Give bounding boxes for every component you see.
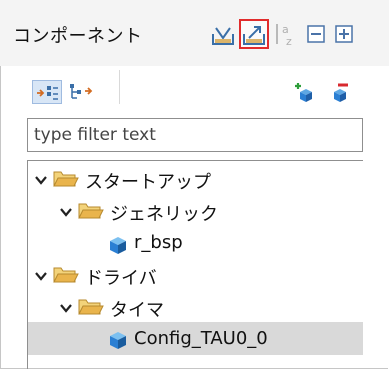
expand-all-button[interactable] <box>330 20 358 48</box>
filter-field[interactable] <box>27 118 363 152</box>
export-tray-icon <box>243 26 265 45</box>
tree-item-startup[interactable]: スタートアップ <box>28 163 363 195</box>
chevron-down-icon[interactable] <box>58 204 74 220</box>
tree-item-label: ドライバ <box>85 268 157 289</box>
tree-item-config-tau0-0[interactable]: Config_TAU0_0 <box>28 322 363 355</box>
sort-az-icon: a z <box>276 23 292 48</box>
panel-header: コンポーネント a z <box>0 0 389 66</box>
tree-item-generic[interactable]: ジェネリック <box>28 195 363 227</box>
view-type-button[interactable] <box>32 80 62 104</box>
export-button[interactable] <box>239 19 269 49</box>
add-component-icon <box>295 83 312 102</box>
folder-open-icon <box>53 171 79 187</box>
add-component-button[interactable] <box>292 80 322 104</box>
tree-item-r-bsp[interactable]: r_bsp <box>28 227 363 259</box>
chevron-down-icon[interactable] <box>33 172 49 188</box>
hierarchy-view-icon <box>70 84 93 99</box>
import-tray-icon <box>212 27 234 45</box>
component-tree: スタートアップ ジェネリック r_bsp ドライバ タイマ Config_TAU… <box>27 160 363 369</box>
collapse-all-button[interactable] <box>302 20 330 48</box>
component-cube-icon <box>110 332 126 349</box>
tree-item-drivers[interactable]: ドライバ <box>28 259 363 291</box>
components-panel: コンポーネント a z type filter text スタートアップ ジェネ… <box>0 0 389 369</box>
chevron-down-icon[interactable] <box>33 268 49 284</box>
toolbar-separator <box>119 70 120 104</box>
component-cube-icon <box>110 237 126 254</box>
tree-item-label: r_bsp <box>134 232 183 253</box>
view-hierarchy-button[interactable] <box>66 80 96 104</box>
sort-button[interactable]: a z <box>272 20 300 48</box>
remove-component-icon <box>334 83 348 102</box>
chevron-down-icon[interactable] <box>58 300 74 316</box>
tree-item-label: Config_TAU0_0 <box>134 328 268 349</box>
import-button[interactable] <box>209 20 237 48</box>
remove-component-button[interactable] <box>326 80 356 104</box>
expand-all-icon <box>335 25 353 43</box>
svg-text:z: z <box>286 35 292 48</box>
tree-item-label: タイマ <box>110 300 164 321</box>
folder-open-icon <box>53 267 79 283</box>
collapse-all-icon <box>307 25 325 43</box>
panel-title: コンポーネント <box>13 26 143 47</box>
folder-open-icon <box>78 203 104 219</box>
tree-item-timer[interactable]: タイマ <box>28 291 363 323</box>
folder-open-icon <box>78 299 104 315</box>
component-view-icon <box>37 86 58 100</box>
tree-item-label: スタートアップ <box>85 172 211 193</box>
tree-item-label: ジェネリック <box>110 204 218 225</box>
filter-input[interactable] <box>28 119 362 151</box>
